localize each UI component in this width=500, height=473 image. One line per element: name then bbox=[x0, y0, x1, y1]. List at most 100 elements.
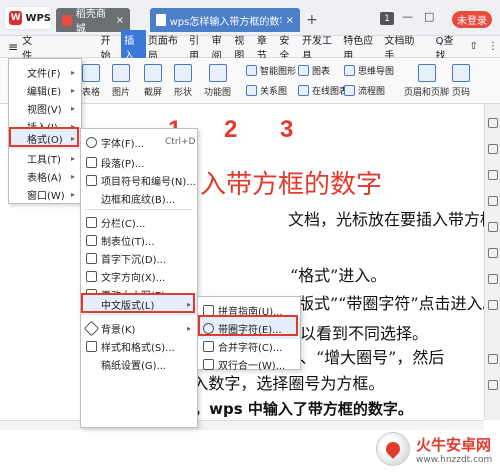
ribbon-flowchart[interactable]: 流程图 bbox=[344, 84, 385, 97]
style-icon[interactable] bbox=[488, 170, 498, 180]
header-footer-icon bbox=[417, 64, 436, 82]
menu-tab-developer[interactable]: 开发工具 bbox=[300, 32, 341, 62]
ribbon-table[interactable]: 表格 bbox=[82, 64, 100, 98]
store-icon bbox=[62, 14, 72, 26]
highlight-box-enclosed-characters bbox=[198, 315, 298, 336]
tab-label: 稻壳商城 bbox=[75, 9, 106, 35]
menu-tab-assistant[interactable]: 文档助手 bbox=[382, 32, 423, 62]
menu-item-font[interactable]: 字体(F)... Ctrl+D bbox=[81, 131, 197, 153]
menu-item-borders[interactable]: 边框和底纹(B)... bbox=[81, 187, 197, 209]
doc-line: 以看到不同选择。 bbox=[300, 324, 429, 343]
menu-item-manuscript[interactable]: 稿纸设置(G)... bbox=[81, 353, 197, 375]
ribbon-smart-art[interactable]: 智能图形 bbox=[246, 64, 296, 77]
font-icon bbox=[86, 136, 97, 148]
cursor-icon[interactable] bbox=[488, 118, 498, 128]
text-direction-icon bbox=[86, 270, 97, 282]
shape-tool-icon[interactable] bbox=[488, 196, 498, 206]
highlight-box-format bbox=[9, 127, 79, 147]
columns-icon bbox=[86, 216, 97, 228]
doc-line: 版式”“带圈字符”点击进入。 bbox=[298, 294, 499, 313]
function-chart-icon bbox=[208, 64, 227, 82]
step-number: 3 bbox=[280, 116, 294, 143]
menu-tab-review[interactable]: 审阅 bbox=[210, 32, 233, 62]
picture-icon bbox=[112, 64, 130, 82]
format-submenu: 字体(F)... Ctrl+D 段落(P)... 项目符号和编号(N)... 边框… bbox=[80, 128, 198, 428]
more-icon[interactable]: ⋮ bbox=[486, 41, 500, 52]
smart-art-icon bbox=[246, 65, 257, 76]
background-icon bbox=[83, 320, 100, 336]
bullets-icon bbox=[86, 174, 97, 186]
menu-tab-layout[interactable]: 页面布局 bbox=[146, 32, 187, 62]
watermark-url: www.hnzzdt.com bbox=[416, 454, 493, 465]
image-tool-icon[interactable] bbox=[488, 222, 498, 232]
flowchart-icon bbox=[344, 85, 355, 96]
hamburger-icon[interactable]: ≡ bbox=[8, 40, 18, 54]
doc-line: “格式”进入。 bbox=[290, 266, 387, 285]
ribbon-header-footer[interactable]: 页眉和页脚 bbox=[404, 64, 449, 98]
highlight-box-chinese-layout bbox=[81, 293, 195, 313]
menu-item-two-lines-in-one[interactable]: 双行合一(W)... bbox=[198, 353, 300, 375]
filter-icon[interactable] bbox=[488, 144, 498, 154]
document-tool-icon[interactable] bbox=[488, 248, 498, 258]
menu-item-window[interactable]: 窗口(W) ▸ bbox=[9, 183, 81, 205]
menu-tab-chapter[interactable]: 章节 bbox=[255, 32, 278, 62]
ribbon-picture[interactable]: 图片 bbox=[112, 64, 130, 98]
close-icon[interactable]: × bbox=[116, 15, 124, 26]
maximize-button[interactable]: □ bbox=[424, 10, 434, 23]
screenshot-icon bbox=[144, 64, 162, 82]
site-watermark: 火牛安卓网 www.hnzzdt.com bbox=[376, 432, 492, 466]
ribbon-shape[interactable]: 形状 bbox=[174, 64, 192, 98]
menu-tab-reference[interactable]: 引用 bbox=[187, 32, 210, 62]
menu-bar: ≡ 文件 开始 插入 页面布局 引用 审阅 视图 章节 安全 开发工具 特色应用… bbox=[0, 29, 500, 64]
ribbon-page-number[interactable]: 页码 bbox=[452, 64, 470, 98]
ribbon-relation-chart[interactable]: 关系图 bbox=[246, 84, 287, 97]
combine-characters-icon bbox=[203, 340, 214, 352]
pinyin-icon bbox=[203, 304, 214, 316]
menu-separator bbox=[85, 209, 193, 210]
app-name: WPS bbox=[25, 12, 51, 24]
ribbon-online-chart[interactable]: 在线图表 bbox=[298, 84, 348, 97]
two-lines-icon bbox=[203, 358, 214, 370]
help-icon[interactable] bbox=[488, 300, 498, 310]
scroll-up-icon[interactable] bbox=[488, 354, 498, 364]
login-button[interactable]: 未登录 bbox=[452, 11, 492, 28]
share-tool-icon[interactable] bbox=[488, 274, 498, 284]
minimize-button[interactable]: — bbox=[402, 10, 413, 23]
document-title: 入带方框的数字 bbox=[200, 170, 383, 200]
shape-icon bbox=[174, 64, 192, 82]
scroll-down-icon[interactable] bbox=[488, 380, 498, 390]
menu-tab-start[interactable]: 开始 bbox=[99, 32, 122, 62]
tab-stop-icon bbox=[86, 234, 97, 246]
share-icon[interactable]: ⇧ bbox=[468, 41, 480, 52]
ribbon-function-chart[interactable]: 功能图 bbox=[204, 64, 231, 98]
chart-icon bbox=[298, 65, 309, 76]
wps-home-tab[interactable]: W WPS bbox=[4, 6, 52, 30]
horizontal-scrollbar[interactable] bbox=[0, 420, 484, 430]
menu-tab-security[interactable]: 安全 bbox=[277, 32, 300, 62]
paragraph-icon bbox=[86, 156, 97, 168]
close-icon[interactable]: × bbox=[286, 15, 294, 26]
file-menu-button[interactable]: 文件 bbox=[20, 32, 43, 62]
menu-tab-view[interactable]: 视图 bbox=[232, 32, 255, 62]
doc-line: 文档，光标放在要插入带方框 bbox=[288, 210, 497, 229]
doc-line: 、“增大圈号”，然后 bbox=[300, 348, 445, 367]
page-number-icon bbox=[452, 64, 470, 82]
ribbon-chart[interactable]: 图表 bbox=[298, 64, 330, 77]
tab-docer-store[interactable]: 稻壳商城 × bbox=[56, 8, 130, 35]
right-tool-sidebar bbox=[484, 104, 500, 420]
flame-logo-icon bbox=[376, 432, 410, 466]
tab-document[interactable]: wps怎样输入带方框的数字.docx × bbox=[150, 8, 300, 32]
new-tab-button[interactable]: + bbox=[306, 12, 318, 28]
online-chart-icon bbox=[298, 85, 309, 96]
menu-tab-features[interactable]: 特色应用 bbox=[341, 32, 382, 62]
window-count-badge[interactable]: 1 bbox=[380, 12, 394, 25]
wps-logo-icon: W bbox=[9, 11, 23, 25]
document-icon bbox=[156, 14, 166, 26]
ribbon-screenshot[interactable]: 截屏 bbox=[144, 64, 162, 98]
relation-icon bbox=[246, 85, 257, 96]
tab-label: wps怎样输入带方框的数字.docx bbox=[169, 16, 282, 28]
ribbon-mind-map[interactable]: 思维导图 bbox=[344, 64, 394, 77]
search-button[interactable]: Q查找 bbox=[434, 32, 464, 62]
step-number: 2 bbox=[224, 116, 238, 143]
mind-map-icon bbox=[344, 65, 355, 76]
